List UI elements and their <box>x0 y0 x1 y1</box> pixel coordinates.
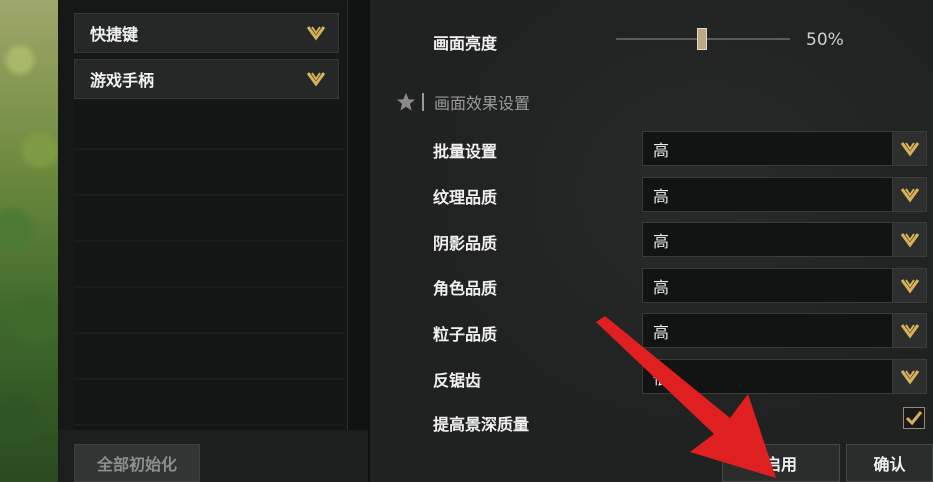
chevron-down-icon <box>900 187 919 203</box>
checkmark-icon <box>905 411 923 426</box>
select-value: 低 <box>653 368 670 388</box>
depth-label: 提高景深质量 <box>433 415 530 434</box>
star-icon <box>397 93 415 111</box>
select-character[interactable]: 高 <box>642 268 927 303</box>
confirm-button[interactable]: 确认 <box>846 444 933 482</box>
chevron-down-icon <box>900 369 919 385</box>
brightness-label: 画面亮度 <box>433 34 498 53</box>
setting-label-character: 角色品质 <box>433 279 498 298</box>
select-shadow[interactable]: 高 <box>642 222 927 257</box>
select-batch[interactable]: 高 <box>642 131 927 166</box>
select-dropdown-button[interactable] <box>892 360 926 393</box>
setting-label-batch: 批量设置 <box>433 142 498 161</box>
menu-item-label: 快捷键 <box>90 25 139 44</box>
menu-item-gamepad[interactable]: 游戏手柄 <box>74 59 339 99</box>
select-dropdown-button[interactable] <box>892 132 926 165</box>
background-foliage <box>0 0 58 482</box>
chevron-down-icon <box>306 26 326 41</box>
section-divider <box>422 93 424 111</box>
chevron-down-icon <box>900 278 919 294</box>
chevron-down-icon <box>900 141 919 157</box>
select-value: 高 <box>653 277 670 297</box>
menu-item-shortcuts[interactable]: 快捷键 <box>74 13 339 53</box>
setting-label-antialias: 反锯齿 <box>433 371 482 390</box>
select-value: 高 <box>653 322 670 342</box>
menu-item-label: 游戏手柄 <box>90 71 155 90</box>
select-texture[interactable]: 高 <box>642 177 927 212</box>
setting-label-particle: 粒子品质 <box>433 325 498 344</box>
select-dropdown-button[interactable] <box>892 178 926 211</box>
select-antialias[interactable]: 低 <box>642 359 927 394</box>
brightness-slider-thumb[interactable] <box>697 28 707 50</box>
setting-label-shadow: 阴影品质 <box>433 234 498 253</box>
select-dropdown-button[interactable] <box>892 223 926 256</box>
section-header: 画面效果设置 <box>396 90 530 114</box>
menu-list-area <box>74 104 344 430</box>
select-particle[interactable]: 高 <box>642 313 927 348</box>
select-value: 高 <box>653 231 670 251</box>
left-panel: 快捷键 游戏手柄 <box>58 0 368 430</box>
depth-checkbox[interactable] <box>903 407 925 429</box>
scrollbar[interactable] <box>347 0 368 430</box>
chevron-down-icon <box>900 323 919 339</box>
reset-all-button[interactable]: 全部初始化 <box>74 444 200 482</box>
select-value: 高 <box>653 140 670 160</box>
select-value: 高 <box>653 186 670 206</box>
chevron-down-icon <box>306 72 326 87</box>
section-title: 画面效果设置 <box>434 94 531 113</box>
brightness-value: 50% <box>806 30 844 50</box>
select-dropdown-button[interactable] <box>892 314 926 347</box>
chevron-down-icon <box>900 232 919 248</box>
apply-button[interactable]: 启用 <box>722 444 840 482</box>
select-dropdown-button[interactable] <box>892 269 926 302</box>
setting-label-texture: 纹理品质 <box>433 188 498 207</box>
